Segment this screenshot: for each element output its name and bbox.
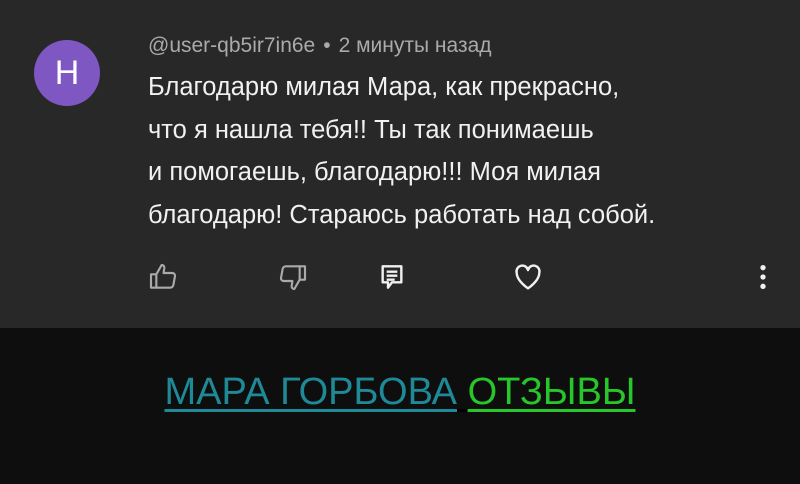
reply-button[interactable] <box>374 259 410 295</box>
comment-time[interactable]: 2 минуты назад <box>339 34 492 57</box>
more-vertical-icon <box>760 265 766 289</box>
comment-line: что я нашла тебя!! Ты так понимаешь <box>148 115 594 144</box>
comment-meta: @user-qb5ir7in6e • 2 минуты назад <box>148 34 492 58</box>
reviews-link[interactable]: МАРА ГОРБОВА ОТЗЫВЫ <box>0 371 800 414</box>
like-button[interactable] <box>145 259 181 295</box>
comment-line: Благодарю милая Мара, как прекрасно, <box>148 73 620 101</box>
comment-card: H @user-qb5ir7in6e • 2 минуты назад Благод… <box>0 0 800 328</box>
comment-line: благодарю! Стараюсь работать над собой. <box>148 200 656 229</box>
comment-line: и помогаешь, благодарю!!! Моя милая <box>148 158 601 186</box>
heart-button[interactable] <box>510 259 546 295</box>
avatar[interactable]: H <box>34 40 100 106</box>
heart-icon <box>515 264 541 290</box>
comment-text: Благодарю милая Мара, как прекрасно, что… <box>148 66 768 236</box>
thumbs-up-icon <box>149 263 177 289</box>
more-options-button[interactable] <box>745 259 781 295</box>
banner-reviews-text: ОТЗЫВЫ <box>467 371 636 413</box>
thumbs-down-icon <box>279 265 307 291</box>
dislike-button[interactable] <box>275 259 311 295</box>
avatar-letter: H <box>54 53 80 92</box>
promo-banner: МАРА ГОРБОВА ОТЗЫВЫ <box>0 328 800 484</box>
author-handle[interactable]: @user-qb5ir7in6e <box>148 34 315 57</box>
banner-name-text: МАРА ГОРБОВА <box>164 371 458 413</box>
meta-separator: • <box>323 34 331 57</box>
reply-icon <box>381 265 403 289</box>
